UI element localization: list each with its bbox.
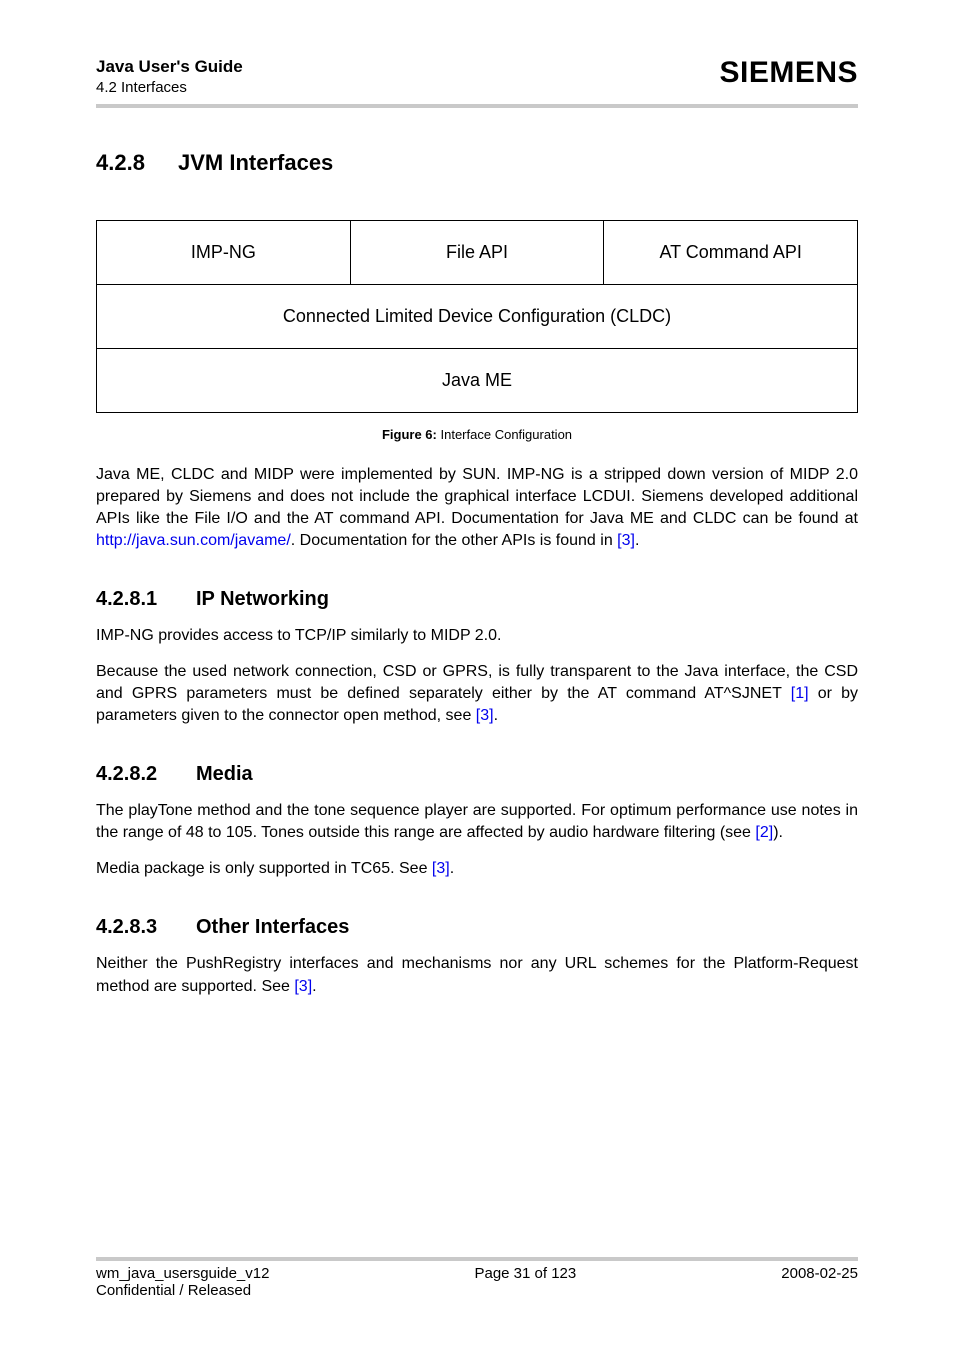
- text: .: [494, 707, 498, 724]
- javame-link[interactable]: http://java.sun.com/javame/: [96, 532, 291, 549]
- ref-3-link[interactable]: [3]: [617, 532, 635, 549]
- text: .: [635, 532, 639, 549]
- text: Because the used network connection, CSD…: [96, 663, 858, 702]
- siemens-logo: SIEMENS: [719, 56, 858, 90]
- figure-label: Figure 6:: [382, 427, 437, 442]
- doc-section: 4.2 Interfaces: [96, 78, 243, 98]
- heading-4-2-8-2: 4.2.8.2Media: [96, 763, 858, 786]
- doc-title: Java User's Guide: [96, 56, 243, 78]
- intro-paragraph: Java ME, CLDC and MIDP were implemented …: [96, 464, 858, 552]
- footer-page-number: Page 31 of 123: [269, 1265, 781, 1299]
- page-footer: wm_java_usersguide_v12 Confidential / Re…: [96, 1257, 858, 1299]
- media-p1: The playTone method and the tone sequenc…: [96, 800, 858, 844]
- footer-doc-id: wm_java_usersguide_v12: [96, 1265, 269, 1282]
- text: The playTone method and the tone sequenc…: [96, 802, 858, 841]
- heading-4-2-8: 4.2.8JVM Interfaces: [96, 150, 858, 176]
- text: . Documentation for the other APIs is fo…: [291, 532, 617, 549]
- ref-3-link[interactable]: [3]: [432, 860, 450, 877]
- heading-4-2-8-1: 4.2.8.1IP Networking: [96, 588, 858, 611]
- diagram-cell-at-command-api: AT Command API: [604, 220, 858, 284]
- ip-networking-p1: IMP-NG provides access to TCP/IP similar…: [96, 625, 858, 647]
- other-interfaces-p1: Neither the PushRegistry interfaces and …: [96, 953, 858, 997]
- heading-number: 4.2.8.2: [96, 763, 196, 786]
- text: .: [450, 860, 454, 877]
- footer-date: 2008-02-25: [781, 1265, 858, 1299]
- media-p2: Media package is only supported in TC65.…: [96, 858, 858, 880]
- heading-text: IP Networking: [196, 588, 329, 610]
- diagram-cell-java-me: Java ME: [97, 348, 858, 412]
- ref-1-link[interactable]: [1]: [791, 685, 809, 702]
- heading-text: Media: [196, 763, 253, 785]
- footer-confidentiality: Confidential / Released: [96, 1282, 269, 1299]
- ref-3-link[interactable]: [3]: [294, 978, 312, 995]
- ref-3-link[interactable]: [3]: [476, 707, 494, 724]
- diagram-cell-imp-ng: IMP-NG: [97, 220, 351, 284]
- heading-text: Other Interfaces: [196, 916, 349, 938]
- heading-4-2-8-3: 4.2.8.3Other Interfaces: [96, 916, 858, 939]
- heading-text: JVM Interfaces: [178, 150, 333, 175]
- ref-2-link[interactable]: [2]: [755, 824, 773, 841]
- text: ).: [773, 824, 783, 841]
- heading-number: 4.2.8.1: [96, 588, 196, 611]
- heading-number: 4.2.8.3: [96, 916, 196, 939]
- heading-number: 4.2.8: [96, 150, 178, 176]
- text: Java ME, CLDC and MIDP were implemented …: [96, 466, 858, 527]
- figure-desc: Interface Configuration: [441, 427, 573, 442]
- figure-caption: Figure 6: Interface Configuration: [96, 427, 858, 442]
- text: .: [312, 978, 316, 995]
- text: Media package is only supported in TC65.…: [96, 860, 432, 877]
- interface-diagram: IMP-NG File API AT Command API Connected…: [96, 220, 858, 413]
- diagram-cell-file-api: File API: [350, 220, 604, 284]
- page-header: Java User's Guide 4.2 Interfaces SIEMENS: [96, 56, 858, 108]
- ip-networking-p2: Because the used network connection, CSD…: [96, 661, 858, 727]
- diagram-cell-cldc: Connected Limited Device Configuration (…: [97, 284, 858, 348]
- text: Neither the PushRegistry interfaces and …: [96, 955, 858, 994]
